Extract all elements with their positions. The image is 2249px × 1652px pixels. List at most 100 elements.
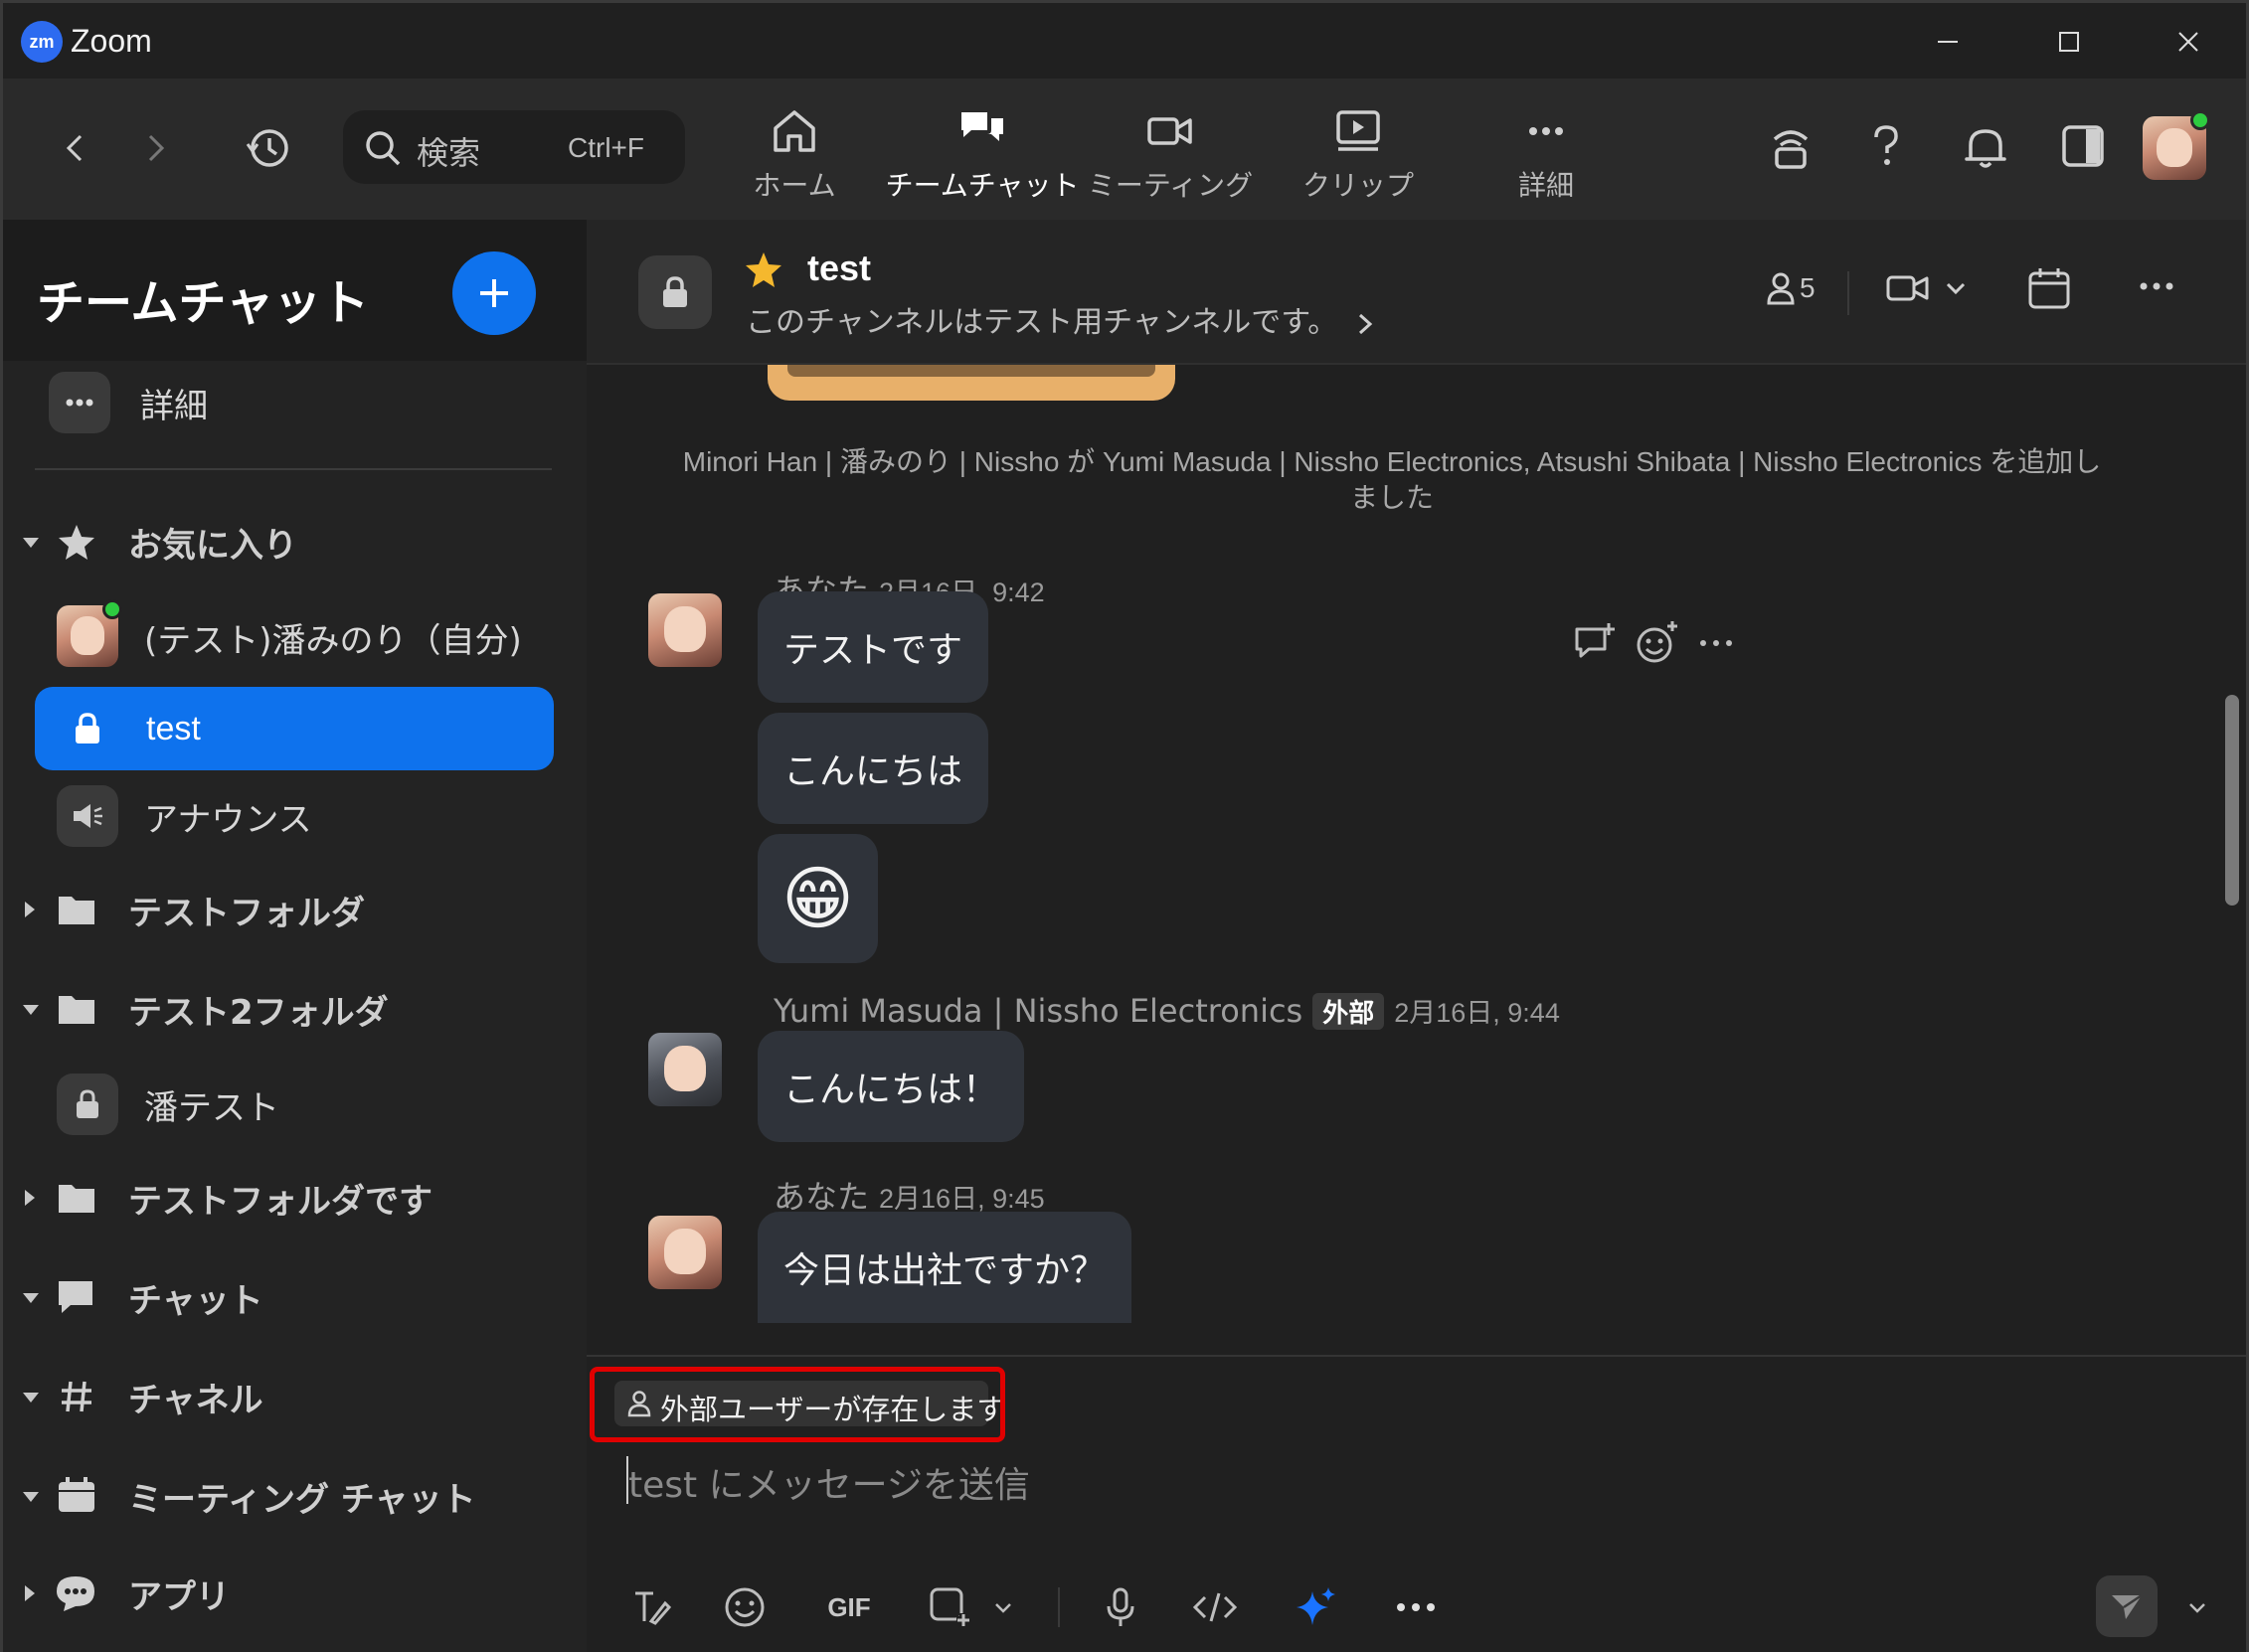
sender-avatar[interactable] (648, 1033, 722, 1106)
room-connect-button[interactable] (1761, 116, 1820, 176)
history-button[interactable] (240, 120, 295, 176)
panel-icon (2062, 125, 2104, 167)
message-bubble[interactable]: こんにちは (758, 713, 989, 824)
folder-test2[interactable]: テスト2フォルダ (3, 969, 587, 1049)
close-window-button[interactable] (2159, 17, 2218, 67)
help-button[interactable] (1856, 116, 1916, 176)
sticker-image (768, 365, 1175, 401)
side-panel-toggle[interactable] (2053, 116, 2113, 176)
online-status-icon (2190, 110, 2210, 130)
lock-icon (76, 713, 99, 743)
system-message: Minori Han | 潘みのり | Nissho が Yumi Masuda… (682, 446, 2102, 513)
chevron-right-icon (25, 1585, 35, 1601)
channel-description[interactable]: このチャンネルはテスト用チャンネルです。 (746, 297, 1375, 341)
code-icon (1192, 1592, 1238, 1622)
home-icon (774, 110, 815, 152)
bell-icon (1965, 129, 2006, 168)
chevron-down-icon (23, 1492, 39, 1502)
message-bubble[interactable]: 今日は出社ですか？ (758, 1212, 1132, 1323)
notifications-button[interactable] (1956, 116, 2015, 176)
compose-more-button[interactable] (1386, 1577, 1446, 1637)
folder-test3[interactable]: テストフォルダです (3, 1158, 587, 1238)
title-bar: zm Zoom (3, 3, 2246, 79)
help-icon (1874, 125, 1898, 165)
voice-message-button[interactable] (1096, 1577, 1145, 1637)
sender-avatar[interactable] (648, 1216, 722, 1289)
chevron-left-icon (66, 134, 83, 162)
calendar-icon (59, 1477, 94, 1512)
more-icon[interactable] (1698, 637, 1734, 649)
emoji-button[interactable] (720, 1577, 770, 1637)
message-bubble[interactable]: テストです (758, 591, 989, 703)
folder-icon (59, 1185, 94, 1213)
sidebar-item-more[interactable]: 詳細 (3, 363, 587, 442)
header-divider (1847, 271, 1849, 315)
section-meeting-chat[interactable]: ミーティング チャット (3, 1456, 587, 1536)
search-placeholder: 検索 (417, 134, 481, 172)
microphone-icon (1107, 1587, 1134, 1626)
section-chat[interactable]: チャット (3, 1257, 587, 1337)
add-reaction-icon[interactable] (1633, 619, 1680, 667)
back-button[interactable] (55, 120, 94, 176)
send-options-button[interactable] (2177, 1577, 2217, 1637)
new-chat-button[interactable] (452, 251, 536, 335)
emoji-message-bubble[interactable]: 😁 (758, 834, 878, 963)
search-icon (366, 131, 401, 166)
sender-avatar[interactable] (648, 593, 722, 667)
format-text-button[interactable] (626, 1577, 676, 1637)
chevron-down-icon (2189, 1603, 2205, 1613)
gif-button[interactable]: GIF (817, 1577, 881, 1637)
tab-clips[interactable]: クリップ (1274, 106, 1443, 206)
more-icon (1397, 1603, 1435, 1611)
more-icon (1529, 127, 1563, 135)
minimize-button[interactable] (1918, 17, 1978, 67)
sidebar-item-announcement[interactable]: アナウンス (3, 776, 587, 856)
search-input[interactable]: 検索 Ctrl+F (343, 110, 685, 184)
message-bubble[interactable]: こんにちは！ (758, 1031, 1025, 1142)
chevron-down-icon (23, 1005, 39, 1015)
code-snippet-button[interactable] (1185, 1577, 1245, 1637)
section-channels[interactable]: チャネル (3, 1357, 587, 1436)
history-icon (246, 129, 288, 167)
section-favorites[interactable]: お気に入り (3, 502, 587, 581)
send-button[interactable] (2096, 1575, 2158, 1637)
reply-thread-icon[interactable] (1571, 619, 1619, 667)
channel-more-button[interactable] (2138, 279, 2177, 293)
member-count: 5 (1800, 272, 1816, 303)
sparkle-icon (1297, 1587, 1335, 1625)
section-apps[interactable]: アプリ (3, 1554, 587, 1633)
chevron-right-icon (1358, 313, 1372, 334)
chat-icon (961, 112, 1003, 141)
screenshot-button[interactable] (921, 1577, 1020, 1637)
ai-companion-button[interactable] (1287, 1577, 1346, 1637)
sidebar-item-pan-test[interactable]: 潘テスト (3, 1065, 587, 1144)
sidebar-title: チームチャット (37, 275, 370, 331)
message-scrollbar[interactable] (2225, 695, 2239, 906)
message-input[interactable]: test にメッセージを送信 (628, 1456, 1030, 1508)
zoom-logo-icon: zm (21, 21, 63, 63)
format-icon (635, 1591, 671, 1625)
sidebar-item-test[interactable]: test (35, 687, 554, 770)
ellipsis-icon (49, 372, 110, 433)
forward-button[interactable] (136, 120, 176, 176)
channel-name[interactable]: test (807, 248, 871, 289)
tab-home[interactable]: ホーム (710, 106, 879, 206)
star-icon (59, 525, 94, 560)
tab-team-chat[interactable]: チームチャット (886, 106, 1079, 206)
message-list[interactable]: Minori Han | 潘みのり | Nissho が Yumi Masuda… (587, 365, 2246, 1359)
folder-test[interactable]: テストフォルダ (3, 870, 587, 949)
app-title: Zoom (71, 23, 152, 59)
members-button[interactable]: 5 (1766, 271, 1816, 305)
sidebar-divider (35, 468, 552, 470)
start-meeting-button[interactable] (1885, 271, 1967, 305)
chevron-down-icon (995, 1603, 1011, 1613)
sidebar-item-self[interactable]: (テスト)潘みのり（自分) (3, 597, 587, 677)
tab-meetings[interactable]: ミーティング (1086, 106, 1255, 206)
chevron-down-icon (23, 538, 39, 548)
tab-more[interactable]: 詳細 (1462, 106, 1631, 206)
maximize-button[interactable] (2039, 17, 2099, 67)
megaphone-icon (57, 785, 118, 847)
schedule-button[interactable] (2026, 265, 2072, 311)
emoji-icon (725, 1587, 765, 1627)
screenshot-icon (930, 1587, 970, 1627)
